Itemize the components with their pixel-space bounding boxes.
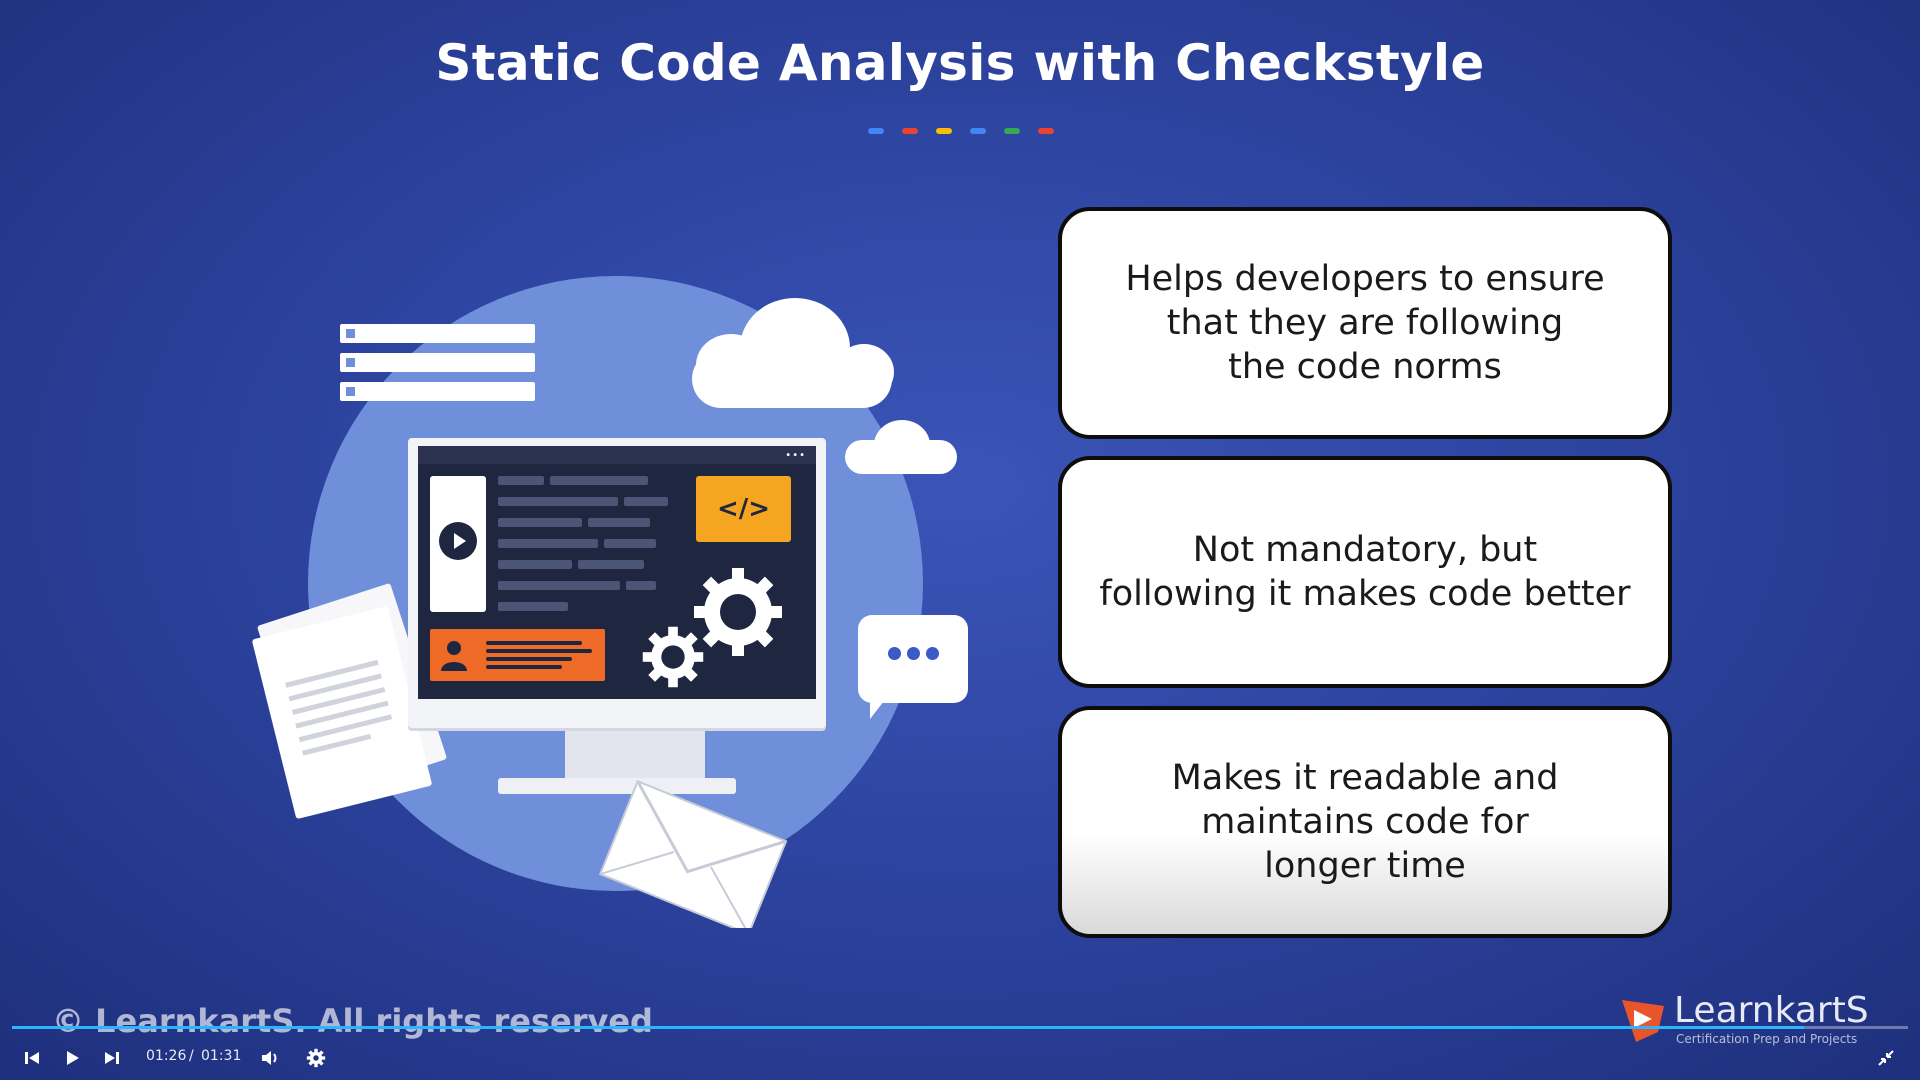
volume-button[interactable] [254,1042,286,1074]
skip-back-button[interactable] [16,1042,48,1074]
settings-button[interactable] [300,1042,332,1074]
play-button[interactable] [56,1042,88,1074]
brand-name: LearnkartS [1674,990,1869,1031]
menu-dots-icon: ••• [785,450,806,461]
list-bar [340,353,535,372]
gear-icon [642,626,704,688]
divider-dot [970,128,986,134]
monitor-icon: ••• </> [408,438,826,878]
user-icon [441,641,467,671]
monitor-stand [565,728,705,780]
time-separator: / [189,1048,194,1064]
video-panel [430,476,486,612]
skip-forward-button[interactable] [96,1042,128,1074]
divider-dot [902,128,918,134]
info-card: Helps developers to ensure that they are… [1058,207,1672,439]
progress-bar[interactable] [12,1026,1908,1029]
play-icon [67,1051,79,1065]
copyright-watermark: © LearnkartS. All rights reserved [52,1002,653,1040]
divider-dot [868,128,884,134]
slide-title: Static Code Analysis with Checkstyle [435,34,1485,92]
profile-card [430,629,605,681]
title-divider-dots [868,128,1054,134]
chat-bubble-icon [858,615,968,719]
illustration: ••• </> [251,270,980,930]
volume-icon [262,1051,277,1065]
list-bar [340,382,535,401]
envelope-icon [598,780,788,928]
monitor-screen: ••• </> [418,446,816,699]
exit-fullscreen-icon [1878,1050,1894,1066]
duration: 01:31 [201,1048,242,1064]
settings-icon [306,1048,326,1068]
divider-dot [1004,128,1020,134]
info-card: Makes it readable and maintains code for… [1058,706,1672,938]
skip-back-icon [25,1052,39,1064]
current-time: 01:26 [146,1048,187,1064]
exit-fullscreen-button[interactable] [1870,1042,1902,1074]
divider-dot [936,128,952,134]
progress-fill [12,1026,1804,1029]
code-icon: </> [696,476,791,542]
play-circle-icon [439,522,477,560]
list-bar [340,324,535,343]
info-card: Not mandatory, but following it makes co… [1058,456,1672,688]
divider-dot [1038,128,1054,134]
player-controls: 01:26 / 01:31 [0,1036,1920,1080]
skip-forward-icon [105,1052,119,1064]
